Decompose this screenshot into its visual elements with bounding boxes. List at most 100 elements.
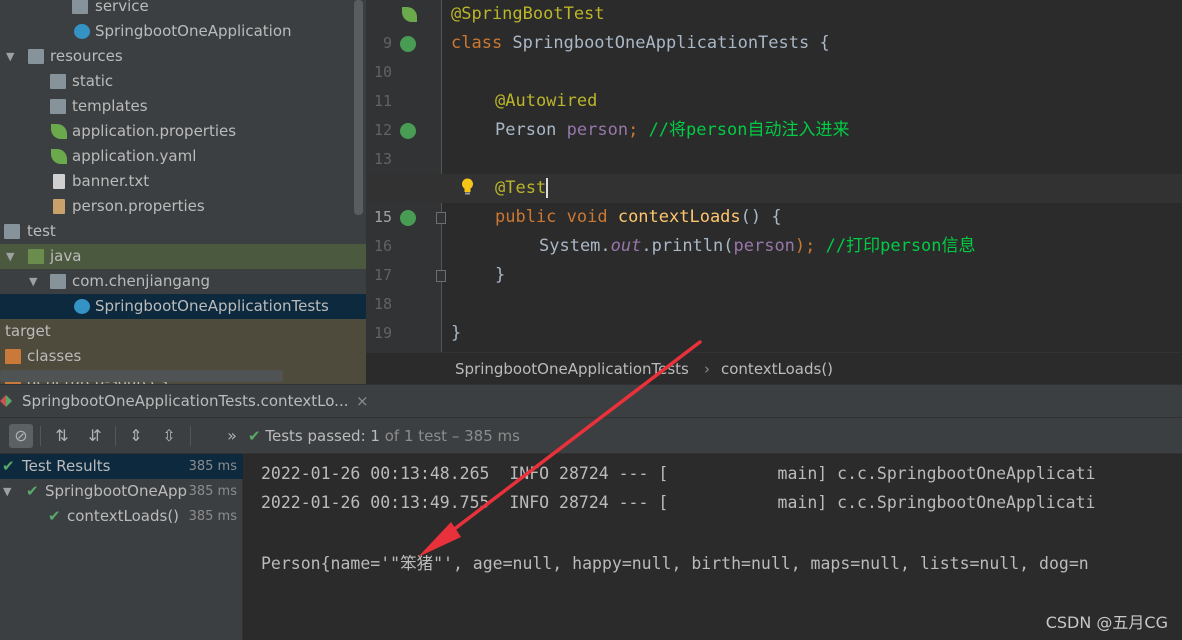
excluded-folder-icon [5, 349, 21, 364]
check-icon: ✔ [26, 482, 39, 500]
navigate-bean-icon[interactable] [400, 123, 416, 139]
breadcrumb-class[interactable]: SpringbootOneApplicationTests [455, 353, 689, 385]
code-text: } [451, 323, 462, 343]
properties-file-icon [53, 199, 65, 214]
console-output[interactable]: 2022-01-26 00:13:48.265 INFO 28724 --- [… [243, 454, 1182, 640]
tree-item-test[interactable]: test [0, 219, 366, 244]
code-text: public void contextLoads() { [495, 203, 782, 232]
code-line[interactable]: 18 } [366, 261, 1182, 313]
folder-icon [50, 74, 66, 89]
code-line[interactable]: 11 [366, 58, 1182, 110]
code-method-name: contextLoads [617, 207, 741, 227]
code-keyword: public void [495, 207, 618, 227]
code-line[interactable]: 10 class SpringbootOneApplicationTests { [366, 29, 1182, 81]
spring-yaml-icon [51, 149, 67, 164]
package-icon [72, 0, 88, 14]
tree-item-person-properties[interactable]: person.properties [0, 194, 366, 219]
run-tab-label: SpringbootOneApplicationTests.contextLo.… [22, 392, 349, 410]
run-tab-bar: SpringbootOneApplicationTests.contextLo.… [0, 384, 1182, 418]
tree-item-banner-txt[interactable]: banner.txt [0, 169, 366, 194]
tree-item-classes[interactable]: classes [0, 344, 366, 369]
stop-icon[interactable]: ⊘ [9, 424, 33, 448]
tree-item-resources[interactable]: ▼ resources [0, 44, 366, 69]
code-keyword: class [451, 33, 503, 53]
code-line[interactable]: 19 [366, 290, 1182, 342]
text-file-icon [53, 174, 65, 189]
tree-item-templates[interactable]: templates [0, 94, 366, 119]
sort-by-duration-icon[interactable]: ⇵ [83, 424, 107, 448]
code-line[interactable]: 12 @Autowired [366, 87, 1182, 139]
code-method-call: .println( [641, 236, 734, 256]
run-toolbar: ⊘ ⇅ ⇵ ⇕ ⇳ » ✔ Tests passed: 1 of 1 test … [0, 418, 1182, 454]
check-icon: ✔ [48, 507, 61, 525]
run-test-icon[interactable] [400, 210, 416, 226]
code-editor[interactable]: 9 @SpringBootTest 10 class SpringbootOne… [366, 0, 1182, 352]
code-class-ref: System. [539, 236, 611, 256]
code-comment: //将person自动注入进来 [648, 120, 850, 140]
tree-item-service[interactable]: service [0, 0, 366, 19]
test-result-label: SpringbootOneApp [45, 482, 188, 500]
code-line[interactable]: 9 @SpringBootTest [366, 0, 1182, 52]
breadcrumb-method[interactable]: contextLoads() [721, 353, 833, 385]
test-result-root[interactable]: ✔ Test Results 385 ms [0, 454, 243, 479]
code-type: Person [495, 120, 567, 140]
tree-item-springbootoneapplication[interactable]: SpringbootOneApplication [0, 19, 366, 44]
test-duration: 385 ms [188, 509, 237, 524]
status-count: 1 [370, 427, 380, 445]
code-line[interactable]: 20 } [366, 319, 1182, 348]
tree-horizontal-scrollbar[interactable] [0, 370, 283, 382]
test-result-class[interactable]: ▼ ✔ SpringbootOneApp 385 ms [0, 479, 243, 504]
run-test-icon[interactable] [400, 36, 416, 52]
code-text: System.out.println(person); //打印person信息 [539, 232, 976, 261]
lightbulb-icon[interactable] [461, 178, 474, 195]
code-text: @SpringBootTest [451, 4, 605, 24]
run-tab[interactable]: SpringbootOneApplicationTests.contextLo.… [0, 385, 375, 418]
code-text: Person person; //将person自动注入进来 [495, 116, 849, 145]
close-tab-icon[interactable]: × [356, 385, 369, 418]
code-text: @Test [495, 174, 549, 203]
expand-all-icon[interactable]: ⇕ [124, 424, 148, 448]
tree-item-target[interactable]: target [0, 319, 366, 344]
tree-item-java[interactable]: ▼ java [0, 244, 366, 269]
more-actions-icon[interactable]: » [220, 424, 244, 448]
test-duration: 385 ms [188, 484, 237, 499]
test-result-method[interactable]: ✔ contextLoads() 385 ms [0, 504, 243, 529]
chevron-down-icon[interactable]: ▼ [6, 244, 18, 269]
toolbar-separator [40, 426, 41, 446]
console-line: 2022-01-26 00:13:49.755 INFO 28724 --- [… [261, 493, 1096, 512]
code-punctuation: ; [628, 120, 649, 140]
code-line[interactable]: 16 public void contextLoads() { [366, 203, 1182, 255]
code-line[interactable]: 17 System.out.println(person); //打印perso… [366, 232, 1182, 284]
tree-item-static[interactable]: static [0, 69, 366, 94]
code-text: } [495, 265, 506, 285]
resources-folder-icon [28, 49, 44, 64]
status-suffix: of 1 test – 385 ms [379, 427, 520, 445]
tree-vertical-scrollbar[interactable] [354, 0, 363, 215]
spring-properties-icon [51, 124, 67, 139]
run-config-icon [0, 395, 12, 407]
chevron-down-icon[interactable]: ▼ [3, 479, 11, 504]
test-results-tree: ✔ Test Results 385 ms ▼ ✔ SpringbootOneA… [0, 454, 243, 640]
fold-marker-icon[interactable] [436, 212, 446, 224]
fold-marker-icon[interactable] [436, 270, 446, 282]
tree-item-application-yaml[interactable]: application.yaml [0, 144, 366, 169]
collapse-all-icon[interactable]: ⇳ [157, 424, 181, 448]
package-icon [50, 274, 66, 289]
tree-item-application-properties[interactable]: application.properties [0, 119, 366, 144]
check-icon: ✔ [248, 427, 261, 445]
chevron-down-icon[interactable]: ▼ [29, 269, 41, 294]
tree-item-com-chenjiangang[interactable]: ▼ com.chenjiangang [0, 269, 366, 294]
code-line-current[interactable]: 15 @Test [366, 174, 1182, 226]
chevron-down-icon[interactable]: ▼ [6, 44, 18, 69]
code-line[interactable]: 13 Person person; //将person自动注入进来 [366, 116, 1182, 168]
code-line[interactable]: 14 [366, 145, 1182, 197]
code-comment: //打印person信息 [825, 236, 976, 256]
folder-icon [4, 224, 20, 239]
folder-icon [50, 99, 66, 114]
console-line: Person{name='"笨猪"', age=null, happy=null… [261, 554, 1089, 573]
editor-breadcrumb: SpringbootOneApplicationTests › contextL… [366, 352, 1182, 384]
sort-alphabetically-icon[interactable]: ⇅ [50, 424, 74, 448]
tree-item-springbootoneapplicationtests[interactable]: SpringbootOneApplicationTests [0, 294, 366, 319]
text-caret [546, 178, 549, 198]
test-result-label: Test Results [22, 457, 111, 475]
